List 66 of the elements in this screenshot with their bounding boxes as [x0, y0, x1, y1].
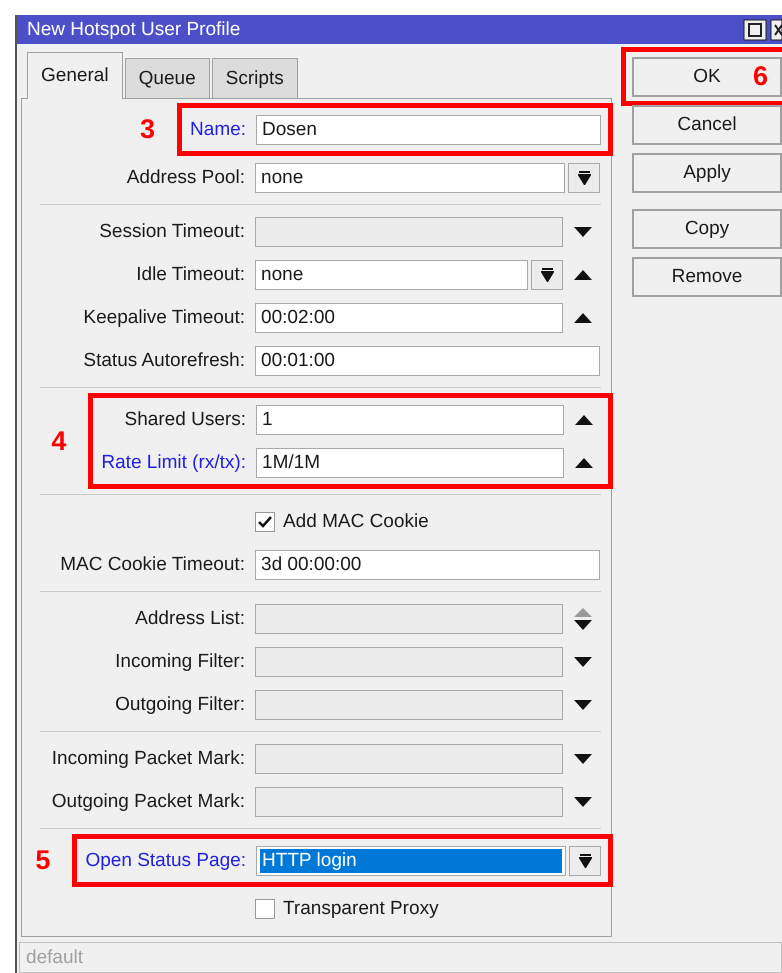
field-label: Incoming Filter:	[114, 650, 245, 672]
down-arrow-icon[interactable]	[574, 754, 592, 764]
up-down-arrows-icon[interactable]	[574, 608, 592, 630]
text-field[interactable]	[255, 646, 563, 676]
field-label: Idle Timeout:	[135, 264, 245, 286]
up-arrow-icon[interactable]	[575, 414, 593, 424]
dropdown-button[interactable]	[568, 162, 600, 192]
dialog-button[interactable]: Cancel	[632, 105, 782, 145]
text-field[interactable]: 1	[256, 404, 564, 434]
field-label: Address List:	[134, 608, 245, 630]
text-field[interactable]: 00:01:00	[255, 346, 600, 376]
text-field[interactable]: 1M/1M	[256, 448, 564, 478]
down-arrow-icon[interactable]	[574, 796, 592, 806]
text-field[interactable]: Dosen	[256, 114, 601, 144]
field-label: Outgoing Filter:	[114, 694, 245, 716]
up-arrow-icon[interactable]	[574, 312, 592, 322]
text-field[interactable]: HTTP login	[256, 846, 566, 876]
field-label: Session Timeout:	[98, 220, 245, 242]
annotation-number: 4	[51, 426, 66, 456]
down-arrow-icon[interactable]	[574, 226, 592, 236]
up-arrow-icon[interactable]	[574, 270, 592, 280]
text-field[interactable]	[255, 690, 563, 720]
dropdown-icon	[540, 268, 554, 282]
text-field[interactable]	[255, 604, 563, 634]
dropdown-button[interactable]	[531, 260, 563, 290]
tab[interactable]: Queue	[124, 58, 210, 99]
close-icon[interactable]	[770, 18, 782, 40]
text-field[interactable]: none	[255, 162, 565, 192]
status-text: default	[26, 946, 84, 968]
dialog-button[interactable]: Copy	[632, 209, 782, 249]
window-title: New Hotspot User Profile	[27, 18, 240, 40]
checkbox-label: Add MAC Cookie	[283, 510, 429, 532]
text-field[interactable]: 00:02:00	[255, 302, 563, 332]
dialog-button[interactable]: Apply	[632, 153, 782, 193]
maximize-icon[interactable]	[743, 18, 767, 40]
text-field[interactable]	[255, 786, 563, 816]
field-label: Incoming Packet Mark:	[50, 748, 245, 770]
dialog-button[interactable]: Remove	[632, 257, 782, 297]
checkbox-label: Transparent Proxy	[283, 898, 439, 920]
annotation-number: 5	[35, 845, 50, 876]
checkbox[interactable]	[255, 512, 275, 532]
field-label: Keepalive Timeout:	[82, 306, 245, 328]
checkbox[interactable]	[255, 898, 275, 918]
field-label: MAC Cookie Timeout:	[59, 554, 245, 576]
field-label: Status Autorefresh:	[82, 350, 245, 372]
tab[interactable]: General	[27, 52, 123, 99]
dropdown-icon	[578, 170, 590, 184]
check-icon	[258, 516, 272, 528]
dropdown-button[interactable]	[569, 846, 601, 876]
field-label: Name:	[190, 118, 246, 140]
down-arrow-icon[interactable]	[574, 656, 592, 666]
text-field[interactable]: 3d 00:00:00	[255, 550, 600, 580]
text-field[interactable]: none	[255, 260, 528, 290]
field-label: Address Pool:	[126, 166, 245, 188]
text-field[interactable]	[255, 216, 563, 246]
annotation-number: 3	[140, 114, 156, 145]
text-field[interactable]	[255, 744, 563, 774]
field-label: Outgoing Packet Mark:	[50, 790, 245, 812]
dropdown-icon	[578, 854, 592, 868]
down-arrow-icon[interactable]	[574, 700, 592, 710]
tab[interactable]: Scripts	[212, 58, 298, 99]
annotation-number: 6	[752, 61, 768, 92]
up-arrow-icon[interactable]	[575, 458, 593, 468]
field-label: Shared Users:	[124, 408, 246, 430]
field-label: Rate Limit (rx/tx):	[101, 452, 246, 474]
field-label: Open Status Page:	[85, 850, 246, 872]
